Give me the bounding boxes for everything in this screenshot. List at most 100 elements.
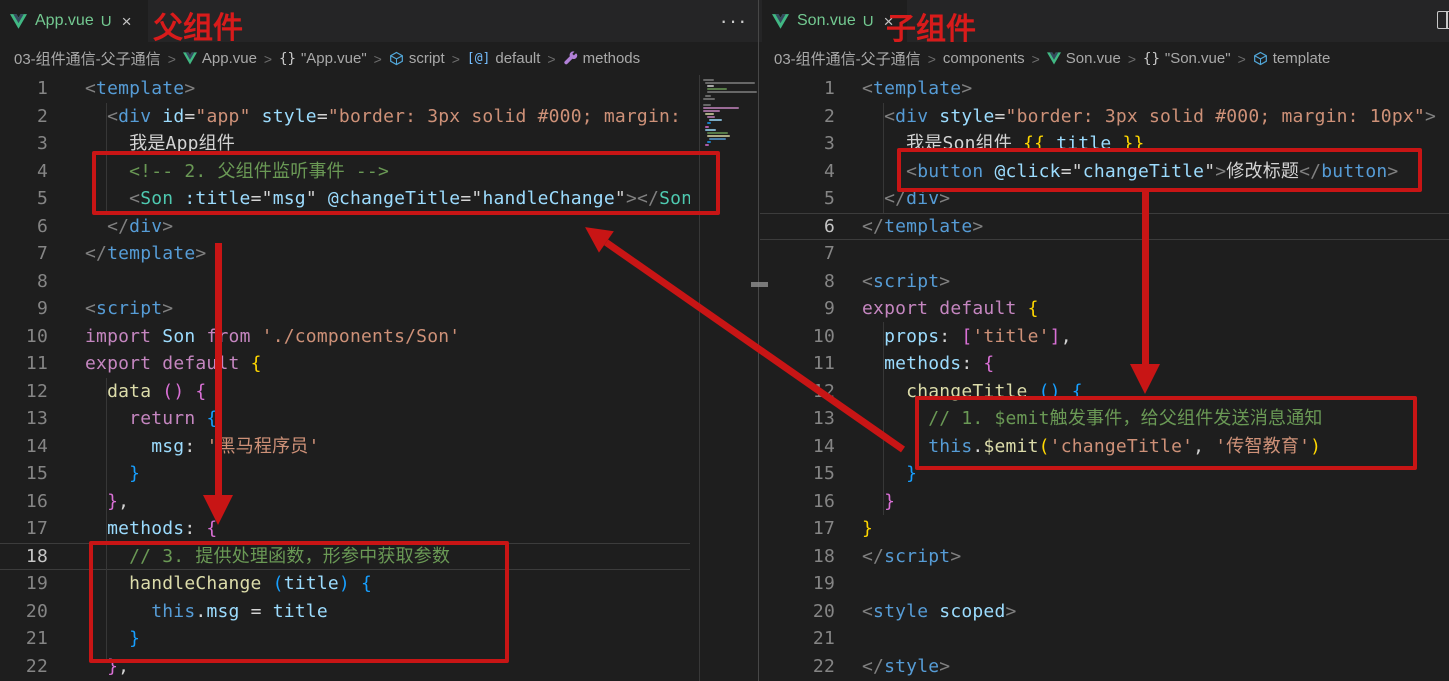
line-number[interactable]: 2 <box>760 103 835 131</box>
line-number[interactable]: 21 <box>760 625 835 653</box>
token <box>85 106 107 127</box>
editor-actions-more-icon[interactable]: ··· <box>720 0 748 42</box>
breadcrumb-item[interactable]: 03-组件通信-父子通信 <box>774 48 921 69</box>
breadcrumb-separator: > <box>1128 51 1136 67</box>
breadcrumb-item[interactable]: App.vue <box>183 50 257 67</box>
line-number[interactable]: 7 <box>0 240 48 268</box>
line-number[interactable]: 10 <box>760 323 835 351</box>
code-line[interactable]: 21 <box>760 625 1449 653</box>
line-number[interactable]: 14 <box>0 433 48 461</box>
line-number[interactable]: 17 <box>760 515 835 543</box>
breadcrumb-item[interactable]: components <box>943 50 1025 67</box>
code-line[interactable]: 16 }, <box>0 488 690 516</box>
line-number[interactable]: 14 <box>760 433 835 461</box>
module-icon <box>1253 51 1268 66</box>
line-number[interactable]: 6 <box>0 213 48 241</box>
token: < <box>862 78 873 99</box>
code-line[interactable]: 2 <div id="app" style="border: 3px solid… <box>0 103 690 131</box>
line-number[interactable]: 2 <box>0 103 48 131</box>
code-line[interactable]: 8<script> <box>760 268 1449 296</box>
editor-group-divider[interactable] <box>758 0 759 681</box>
token <box>151 326 162 347</box>
line-number[interactable]: 7 <box>760 240 835 268</box>
code-line[interactable]: 9<script> <box>0 295 690 323</box>
code-line[interactable]: 9export default { <box>760 295 1449 323</box>
line-number[interactable]: 12 <box>0 378 48 406</box>
code-line[interactable]: 1<template> <box>0 75 690 103</box>
annotation-arrowhead <box>1130 364 1160 394</box>
code-line[interactable]: 10 props: ['title'], <box>760 323 1449 351</box>
breadcrumb-item[interactable]: {}"Son.vue" <box>1143 50 1231 67</box>
line-number[interactable]: 9 <box>760 295 835 323</box>
line-number[interactable]: 6 <box>760 213 835 241</box>
code-line[interactable]: 8 <box>0 268 690 296</box>
line-number[interactable]: 18 <box>760 543 835 571</box>
line-number[interactable]: 4 <box>0 158 48 186</box>
code-line[interactable]: 12 data () { <box>0 378 690 406</box>
code-line[interactable]: 18</script> <box>760 543 1449 571</box>
module-icon <box>389 51 404 66</box>
line-number[interactable]: 13 <box>0 405 48 433</box>
line-number[interactable]: 13 <box>760 405 835 433</box>
token: } <box>884 491 895 512</box>
line-number[interactable]: 15 <box>0 460 48 488</box>
code-line[interactable]: 10import Son from './components/Son' <box>0 323 690 351</box>
line-number[interactable]: 22 <box>760 653 835 681</box>
line-number[interactable]: 3 <box>760 130 835 158</box>
code-line[interactable]: 14 msg: '黑马程序员' <box>0 433 690 461</box>
line-number[interactable]: 1 <box>0 75 48 103</box>
breadcrumb-item[interactable]: [@]default <box>467 50 541 67</box>
token <box>184 381 195 402</box>
line-number[interactable]: 8 <box>0 268 48 296</box>
line-number[interactable]: 16 <box>0 488 48 516</box>
line-number[interactable]: 19 <box>760 570 835 598</box>
line-number[interactable]: 16 <box>760 488 835 516</box>
token: = <box>317 106 328 127</box>
line-number[interactable]: 20 <box>0 598 48 626</box>
line-number[interactable]: 19 <box>0 570 48 598</box>
code-line[interactable]: 17} <box>760 515 1449 543</box>
line-number[interactable]: 18 <box>0 543 48 571</box>
code-line[interactable]: 7 <box>760 240 1449 268</box>
line-number[interactable]: 3 <box>0 130 48 158</box>
code-line[interactable]: 1<template> <box>760 75 1449 103</box>
code-line[interactable]: 6</template> <box>760 213 1449 241</box>
close-icon[interactable]: × <box>122 13 132 30</box>
line-number[interactable]: 5 <box>0 185 48 213</box>
code-line[interactable]: 11 methods: { <box>760 350 1449 378</box>
code-line[interactable]: 20<style scoped> <box>760 598 1449 626</box>
tab-app-vue[interactable]: App.vue U × <box>0 0 148 42</box>
breadcrumb-item[interactable]: Son.vue <box>1047 50 1121 67</box>
line-number[interactable]: 8 <box>760 268 835 296</box>
token <box>862 463 906 484</box>
code-line[interactable]: 2 <div style="border: 3px solid #000; ma… <box>760 103 1449 131</box>
line-number[interactable]: 4 <box>760 158 835 186</box>
line-number[interactable]: 20 <box>760 598 835 626</box>
code-line[interactable]: 22</style> <box>760 653 1449 681</box>
code-line[interactable]: 11export default { <box>0 350 690 378</box>
line-number[interactable]: 10 <box>0 323 48 351</box>
code-line[interactable]: 17 methods: { <box>0 515 690 543</box>
breadcrumb-item[interactable]: 03-组件通信-父子通信 <box>14 48 161 69</box>
annotation-label-parent-component: 父组件 <box>153 3 243 47</box>
minimap-line <box>703 79 714 81</box>
sash-handle[interactable] <box>751 282 768 287</box>
split-editor-icon[interactable] <box>1437 11 1449 29</box>
line-number[interactable]: 15 <box>760 460 835 488</box>
line-number[interactable]: 22 <box>0 653 48 681</box>
line-number[interactable]: 11 <box>0 350 48 378</box>
line-number[interactable]: 1 <box>760 75 835 103</box>
line-number[interactable]: 9 <box>0 295 48 323</box>
code-line[interactable]: 16 } <box>760 488 1449 516</box>
code-line[interactable]: 15 } <box>0 460 690 488</box>
line-number[interactable]: 21 <box>0 625 48 653</box>
breadcrumb-item[interactable]: methods <box>563 50 641 67</box>
line-number[interactable]: 17 <box>0 515 48 543</box>
breadcrumb-item[interactable]: script <box>389 50 445 67</box>
token: } <box>129 463 140 484</box>
line-number[interactable]: 5 <box>760 185 835 213</box>
code-line[interactable]: 19 <box>760 570 1449 598</box>
breadcrumb-item[interactable]: {}"App.vue" <box>279 50 367 67</box>
code-line[interactable]: 13 return { <box>0 405 690 433</box>
breadcrumb-item[interactable]: template <box>1253 50 1331 67</box>
